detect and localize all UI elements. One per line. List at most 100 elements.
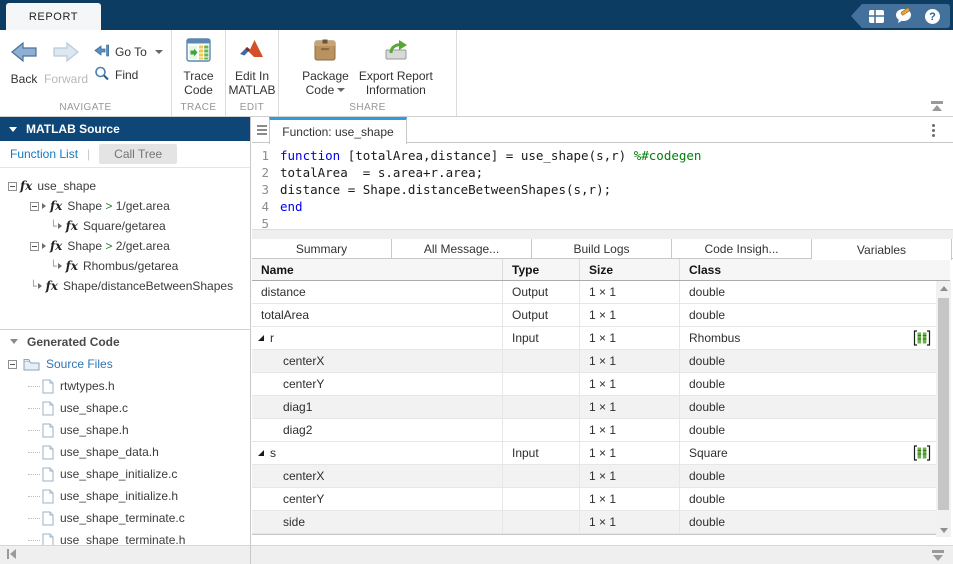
file-label: use_shape.c [60,401,128,415]
tree-item-square-getarea[interactable]: └ fx Square/getarea [0,216,250,236]
source-files-node[interactable]: Source Files [0,353,250,375]
file-item[interactable]: use_shape.h [0,419,250,441]
tree-item-shape-1-get-area[interactable]: fx Shape > 1/get.area [0,196,250,216]
table-row[interactable]: distance Output 1 × 1 double [252,281,950,304]
table-row[interactable]: diag1 1 × 1 double [252,396,950,419]
file-item[interactable]: use_shape_initialize.c [0,463,250,485]
var-class: double [689,423,725,437]
panel-divider[interactable] [252,229,953,239]
tree-item-distance-between-shapes[interactable]: └ fx Shape/distanceBetweenShapes [0,276,250,296]
scroll-up-icon[interactable] [936,281,951,295]
tree-item-label: Shape/distanceBetweenShapes [63,279,233,293]
tab-function-list[interactable]: Function List [10,147,78,161]
collapse-sidebar-icon [7,549,9,559]
tree-expander-icon[interactable] [8,182,17,191]
tree-dotted-connector [28,518,40,519]
var-size: 1 × 1 [589,400,616,414]
layout-grid-icon[interactable] [867,7,886,26]
table-row[interactable]: side 1 × 1 double [252,511,950,534]
scroll-down-icon[interactable] [936,523,951,537]
var-class: Rhombus [689,331,740,345]
collapse-ribbon-button[interactable] [931,101,945,112]
file-icon [42,401,54,416]
file-item[interactable]: use_shape_initialize.h [0,485,250,507]
code-text: distance = Shape.distanceBetweenShapes(s… [280,181,611,198]
tree-item-rhombus-getarea[interactable]: └ fx Rhombus/getarea [0,256,250,276]
tab-function-use-shape[interactable]: Function: use_shape [269,117,407,144]
collapse-sidebar-button[interactable] [7,549,16,559]
generated-code-header[interactable]: Generated Code [0,330,250,353]
function-icon: fx [20,179,32,193]
table-row[interactable]: totalArea Output 1 × 1 double [252,304,950,327]
table-row[interactable]: centerX 1 × 1 double [252,350,950,373]
tree-item-use-shape[interactable]: fx use_shape [0,176,250,196]
ribbon-group-share: Package Code Export Report Information [279,30,457,116]
var-size: 1 × 1 [589,423,616,437]
trace-code-button[interactable]: Trace Code [172,36,225,97]
var-type: Output [512,308,548,322]
row-expander-icon[interactable] [258,335,264,341]
file-item[interactable]: use_shape_data.h [0,441,250,463]
code-line: 4 end [252,198,953,215]
share-section-label: SHARE [279,102,456,113]
edit-in-matlab-button[interactable]: Edit In MATLAB [226,36,278,97]
file-icon [42,379,54,394]
report-tab-label: REPORT [29,11,78,23]
variables-table: distance Output 1 × 1 double totalArea O… [252,281,950,534]
file-icon [42,423,54,438]
forward-label: Forward [44,72,88,86]
tree-expander-icon[interactable] [30,242,39,251]
matlab-source-header[interactable]: MATLAB Source [0,117,250,141]
collapse-sidebar-icon [10,549,16,559]
scrollbar-thumb[interactable] [938,298,949,510]
goto-button[interactable]: Go To [94,44,163,60]
view-variable-icon[interactable] [913,445,931,464]
file-icon [42,533,54,546]
file-item[interactable]: use_shape.c [0,397,250,419]
tab-all-messages[interactable]: All Message... [392,239,532,258]
table-row[interactable]: centerY 1 × 1 double [252,373,950,396]
table-row[interactable]: s Input 1 × 1 Square [252,442,950,465]
tab-code-insights[interactable]: Code Insigh... [672,239,812,258]
document-list-icon[interactable] [257,125,267,137]
more-options-icon[interactable] [932,124,935,139]
code-comment: %#codegen [634,147,702,164]
file-item[interactable]: use_shape_terminate.c [0,507,250,529]
var-name: centerX [283,354,324,368]
tab-call-tree[interactable]: Call Tree [99,144,177,164]
tree-expander-icon[interactable] [30,202,39,211]
tab-summary[interactable]: Summary [252,239,392,258]
feedback-icon[interactable] [895,7,914,26]
package-code-dropdown-caret [337,88,345,92]
file-item[interactable]: use_shape_terminate.h [0,529,250,545]
var-size: 1 × 1 [589,354,616,368]
collapse-bottom-panel-button[interactable] [932,550,944,561]
tree-item-shape-2-get-area[interactable]: fx Shape > 2/get.area [0,236,250,256]
file-item[interactable]: rtwtypes.h [0,375,250,397]
function-icon: fx [46,279,58,293]
tab-variables[interactable]: Variables [812,239,952,260]
collapse-ribbon-icon [931,101,943,111]
row-expander-icon[interactable] [258,450,264,456]
table-scrollbar[interactable] [936,281,951,537]
table-row[interactable]: centerY 1 × 1 double [252,488,950,511]
tab-report[interactable]: REPORT [6,3,101,30]
tab-build-logs[interactable]: Build Logs [532,239,672,258]
file-label: use_shape.h [60,423,129,437]
function-icon: fx [50,239,62,253]
find-button[interactable]: Find [94,66,163,84]
export-report-label-line1: Export Report [359,69,433,83]
trace-section-label: TRACE [172,102,225,113]
table-row[interactable]: r Input 1 × 1 Rhombus [252,327,950,350]
column-header-class: Class [680,259,935,280]
table-row[interactable]: centerX 1 × 1 double [252,465,950,488]
coder-report-window: REPORT ? [0,0,953,564]
code-editor[interactable]: 1 function [totalArea,distance] = use_sh… [252,143,953,229]
view-variable-icon[interactable] [913,330,931,349]
tree-expander-icon[interactable] [8,360,17,369]
statusbar-divider [250,546,251,564]
table-row[interactable]: diag2 1 × 1 double [252,419,950,442]
var-name: diag1 [283,400,312,414]
help-icon[interactable]: ? [923,7,942,26]
export-report-icon [382,38,410,65]
